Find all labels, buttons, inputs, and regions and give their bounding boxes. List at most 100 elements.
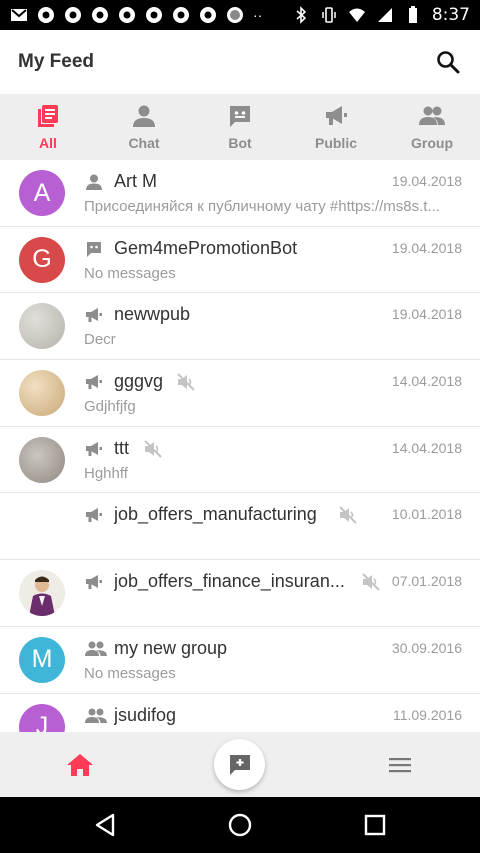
tab-label: Public — [314, 135, 357, 151]
avatar: G — [19, 236, 65, 283]
megaphone-icon — [326, 106, 347, 125]
muted-icon — [144, 440, 162, 458]
search-icon — [437, 51, 460, 74]
recents-icon[interactable] — [362, 812, 388, 838]
feed-item[interactable]: M my new group 30.09.2016 No messages — [0, 627, 480, 694]
tab-chat[interactable]: Chat — [96, 94, 192, 160]
feed-item[interactable]: A Art M 19.04.2018 Присоединяйся к публи… — [0, 160, 480, 227]
item-name: jsudifog — [114, 704, 177, 725]
muted-icon — [339, 506, 357, 525]
item-name: job_offers_finance_insuran... — [114, 571, 345, 592]
item-preview: Присоединяйся к публичному чату #https:/… — [84, 198, 440, 215]
tab-label: All — [39, 135, 57, 151]
feed-item[interactable]: J jsudifog 11.09.2016 — [0, 694, 480, 732]
avatar: M — [19, 636, 65, 683]
item-preview: No messages — [84, 264, 176, 282]
item-date: 14.04.2018 — [391, 373, 462, 390]
app-bar: My Feed — [0, 30, 480, 94]
feed-icon — [38, 105, 58, 127]
person-icon — [86, 174, 102, 190]
group-icon — [85, 708, 107, 723]
chrome-icon — [38, 7, 54, 23]
megaphone-icon — [86, 375, 102, 390]
bot-icon — [230, 106, 250, 127]
status-time: 8:37 — [431, 5, 470, 25]
chrome-icon — [92, 7, 108, 23]
item-name: my new group — [114, 637, 228, 658]
item-preview: Hghhff — [84, 464, 128, 482]
group-icon — [85, 641, 107, 656]
home-icon[interactable] — [66, 751, 94, 779]
megaphone-icon — [86, 575, 102, 590]
avatar: A — [19, 170, 65, 216]
item-date: 11.09.2016 — [392, 706, 462, 723]
chrome-icon — [200, 7, 216, 23]
avatar — [19, 570, 65, 617]
item-name: Art M — [114, 171, 157, 191]
tab-public[interactable]: Public — [288, 94, 384, 160]
feed-item[interactable]: G Gem4mePromotionBot 19.04.2018 No messa… — [0, 227, 480, 294]
tab-all[interactable]: All — [0, 94, 96, 160]
person-icon — [133, 105, 155, 127]
item-date: 07.01.2018 — [391, 573, 462, 590]
avatar: J — [19, 703, 65, 732]
avatar — [19, 436, 65, 483]
chrome-icon — [65, 7, 81, 23]
feed-tabs: All Chat Bot Public Group — [0, 94, 480, 160]
item-date: 19.04.2018 — [391, 173, 462, 189]
item-preview: Gdjhfjfg — [84, 398, 136, 416]
item-name: job_offers_manufacturing — [114, 504, 317, 525]
bottom-nav — [0, 732, 480, 797]
item-date: 10.01.2018 — [391, 506, 462, 523]
item-date: 19.04.2018 — [391, 239, 462, 256]
chrome-icon — [119, 7, 135, 23]
feed-item[interactable]: job_offers_finance_insuran... 07.01.2018 — [0, 560, 480, 627]
more-notifications-icon: ·· — [253, 7, 263, 23]
gmail-icon — [11, 9, 27, 21]
status-bar: ·· 8:37 — [0, 0, 480, 30]
tab-label: Chat — [128, 135, 160, 151]
item-name: gggvg — [114, 371, 164, 392]
battery-icon — [408, 6, 417, 23]
compose-icon — [229, 754, 250, 775]
wifi-icon — [348, 8, 365, 22]
person-photo-icon — [29, 576, 55, 617]
megaphone-icon — [86, 508, 102, 523]
item-preview: Decr — [84, 331, 116, 349]
vibrate-icon — [322, 7, 336, 23]
group-icon — [419, 106, 445, 125]
tab-label: Bot — [228, 135, 252, 151]
tab-label: Group — [411, 135, 453, 151]
megaphone-icon — [86, 308, 102, 323]
feed-item[interactable]: job_offers_manufacturing 10.01.2018 — [0, 493, 480, 561]
menu-icon[interactable] — [388, 754, 412, 776]
feed-item[interactable]: newwpub 19.04.2018 Decr — [0, 293, 480, 361]
megaphone-icon — [86, 441, 102, 456]
item-name: Gem4mePromotionBot — [114, 237, 298, 258]
item-name: newwpub — [114, 304, 191, 325]
record-icon — [227, 7, 243, 23]
bot-icon — [87, 241, 101, 257]
chrome-icon — [146, 7, 162, 23]
feed-item[interactable]: ttt 14.04.2018 Hghhff — [0, 427, 480, 494]
tab-group[interactable]: Group — [384, 94, 480, 160]
item-date: 14.04.2018 — [391, 439, 462, 456]
muted-icon — [177, 373, 195, 391]
muted-icon — [362, 573, 380, 591]
home-circle-icon[interactable] — [227, 812, 253, 838]
feed-list: A Art M 19.04.2018 Присоединяйся к публи… — [0, 160, 480, 732]
compose-button[interactable] — [214, 739, 265, 790]
tab-bot[interactable]: Bot — [192, 94, 288, 160]
bluetooth-icon — [296, 6, 306, 24]
feed-item[interactable]: gggvg 14.04.2018 Gdjhfjfg — [0, 360, 480, 427]
system-navigation-bar — [0, 797, 480, 853]
item-date: 30.09.2016 — [391, 639, 462, 656]
back-icon[interactable] — [92, 812, 118, 838]
page-title: My Feed — [18, 51, 95, 72]
avatar — [19, 370, 65, 417]
search-button[interactable] — [434, 48, 462, 76]
item-name: ttt — [114, 437, 130, 458]
chrome-icon — [173, 7, 189, 23]
signal-icon — [377, 8, 392, 22]
item-date: 19.04.2018 — [391, 306, 462, 323]
